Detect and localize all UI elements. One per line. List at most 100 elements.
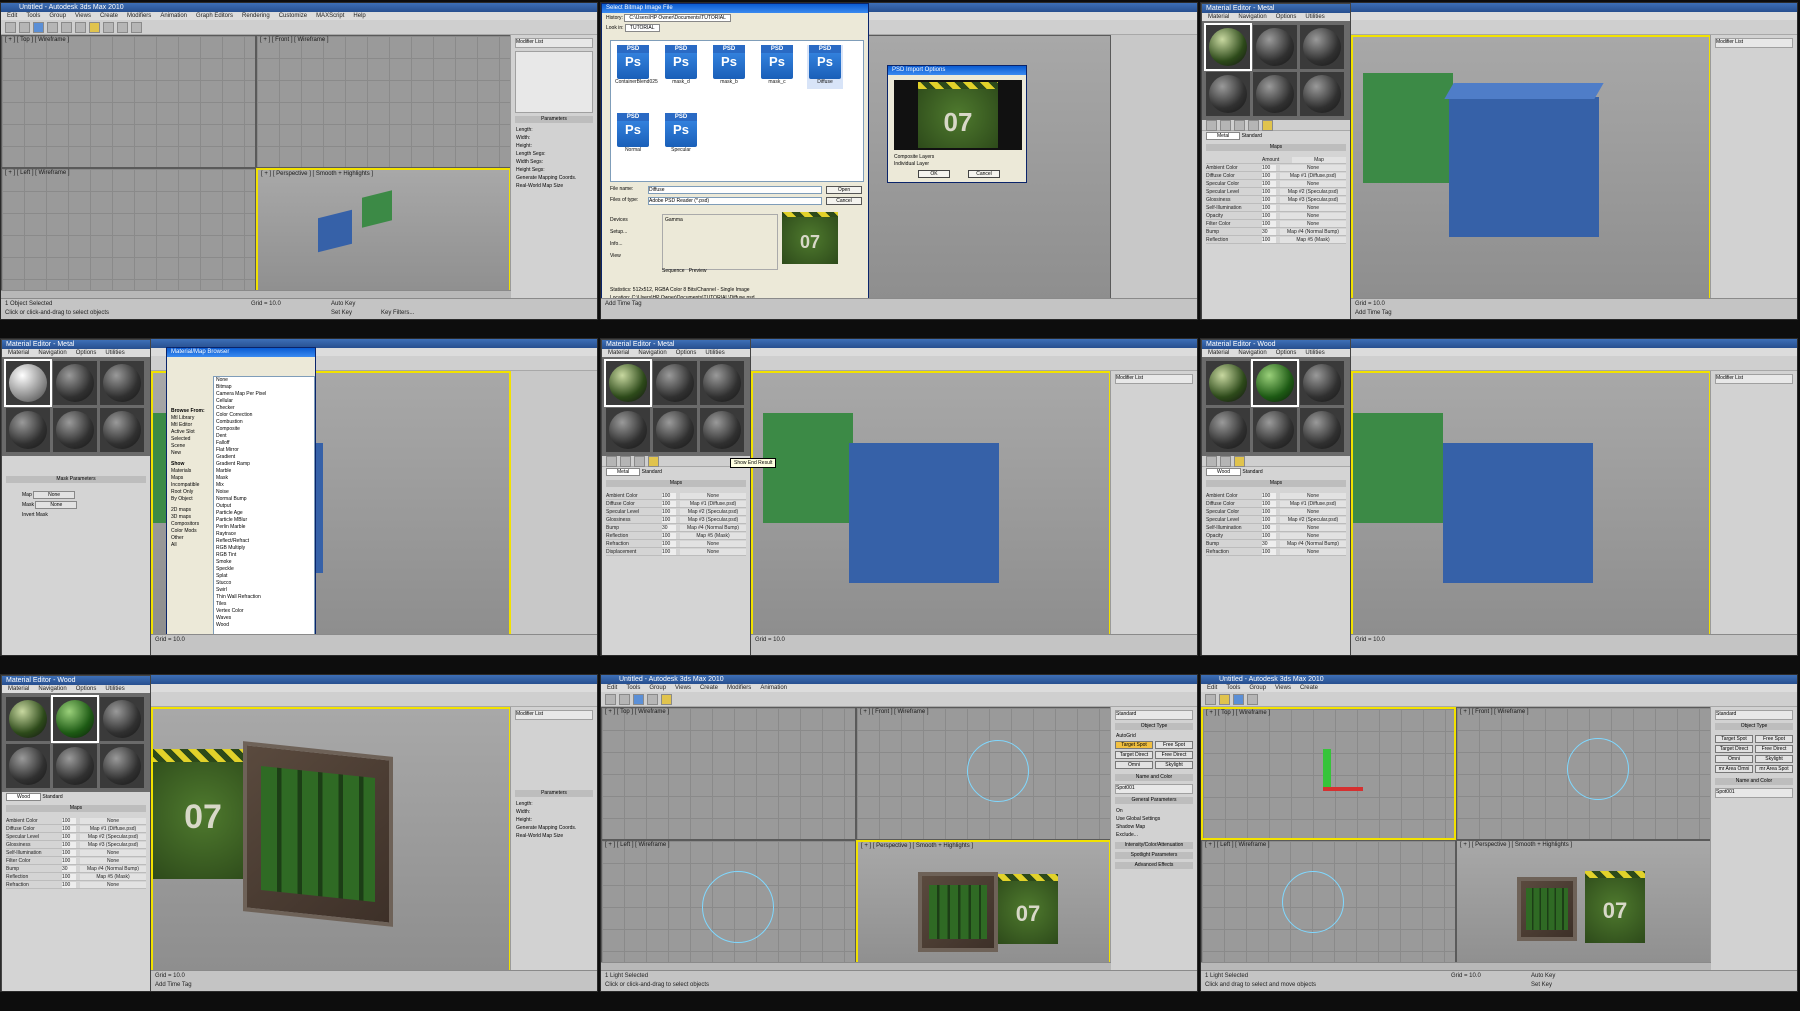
material-type-button[interactable]: Standard	[1242, 133, 1262, 139]
wood-crate[interactable]	[1517, 877, 1577, 941]
sample-slot[interactable]	[1300, 25, 1344, 69]
container-crate[interactable]	[1585, 871, 1645, 943]
map-item[interactable]: Particle MBlur	[216, 517, 314, 524]
map-item[interactable]: Smoke	[216, 559, 314, 566]
map-item[interactable]: Normal Bump	[216, 496, 314, 503]
sample-slot[interactable]	[604, 359, 652, 407]
free-spot-button[interactable]: Free Spot	[1155, 741, 1193, 749]
map-row[interactable]: Opacity 100 None	[1206, 212, 1346, 220]
wood-crate[interactable]	[918, 872, 998, 952]
green-box[interactable]	[1363, 73, 1453, 183]
show-checkbox[interactable]: By Object	[171, 496, 209, 503]
maps-rollout[interactable]: Maps	[1206, 144, 1346, 151]
sample-slot[interactable]	[100, 697, 144, 741]
snap-icon[interactable]	[89, 21, 100, 33]
viewport-perspective[interactable]: [ + ] [ Perspective ] [ Smooth + Highlig…	[256, 168, 511, 301]
light-name-field[interactable]: Spot001	[1115, 784, 1193, 794]
mirror-icon[interactable]	[103, 21, 114, 33]
container-crate[interactable]	[998, 874, 1058, 944]
map-item[interactable]: Bitmap	[216, 384, 314, 391]
map-item[interactable]: Dent	[216, 433, 314, 440]
viewport-front[interactable]: [ + ] [ Front ] [ Wireframe ]	[256, 35, 511, 168]
file-type-dropdown[interactable]: Adobe PSD Reader (*.psd)	[648, 197, 822, 205]
show-checkbox[interactable]: Incompatible	[171, 482, 209, 489]
show-end-result-icon[interactable]	[648, 455, 659, 467]
info-button[interactable]: Info...	[610, 238, 628, 250]
map-item[interactable]: Splat	[216, 573, 314, 580]
map-item[interactable]: Camera Map Per Pixel	[216, 391, 314, 398]
map-item[interactable]: Marble	[216, 468, 314, 475]
map-item[interactable]: Vertex Color	[216, 608, 314, 615]
map-row[interactable]: Glossiness 100 Map #3 (Specular.psd)	[1206, 196, 1346, 204]
gen-coords-checkbox[interactable]: Generate Mapping Coords.	[516, 174, 592, 182]
map-item[interactable]: Mix	[216, 482, 314, 489]
file-item[interactable]: PSD Ps mask_c	[759, 45, 795, 89]
sample-slots[interactable]	[1202, 21, 1350, 120]
map-item[interactable]: Mask	[216, 475, 314, 482]
view-button[interactable]: View	[610, 250, 628, 262]
map-item[interactable]: Gradient Ramp	[216, 461, 314, 468]
move-gizmo-x[interactable]	[1323, 787, 1363, 791]
file-list[interactable]: PSD Ps ContainerBlend025 PSD Ps mask_d PSD Ps…	[610, 40, 864, 182]
category-radio[interactable]: 3D maps	[171, 514, 209, 521]
map-item[interactable]: Falloff	[216, 440, 314, 447]
light-category-dropdown[interactable]: Standard	[1115, 710, 1193, 720]
sample-slot[interactable]	[1300, 408, 1344, 452]
params-rollout[interactable]: Parameters	[515, 116, 593, 123]
target-direct-button[interactable]: Target Direct	[1115, 751, 1153, 759]
invert-mask-checkbox[interactable]: Invert Mask	[22, 510, 130, 520]
sample-slot[interactable]	[653, 408, 697, 452]
map-row[interactable]: Reflection 100 Map #5 (Mask)	[1206, 236, 1346, 244]
psd-ok-button[interactable]: OK	[918, 170, 950, 178]
category-radio[interactable]: Compositors	[171, 521, 209, 528]
main-toolbar[interactable]	[1, 20, 597, 35]
map-item[interactable]: Flat Mirror	[216, 447, 314, 454]
show-checkbox[interactable]: Root Only	[171, 489, 209, 496]
browse-radio[interactable]: Mtl Library	[171, 415, 209, 422]
map-slot-button[interactable]: None	[33, 491, 76, 499]
category-radio[interactable]: All	[171, 542, 209, 549]
modifier-list[interactable]: Modifier List	[515, 38, 593, 48]
material-name-field[interactable]: Metal	[1206, 132, 1241, 140]
autokey-button[interactable]: Auto Key	[331, 301, 355, 307]
map-item[interactable]: Color Correction	[216, 412, 314, 419]
spotlight-cone[interactable]	[967, 740, 1029, 802]
map-row[interactable]: Ambient Color 100 None	[1206, 164, 1346, 172]
map-item[interactable]: Tiles	[216, 601, 314, 608]
sample-slot[interactable]	[100, 361, 144, 405]
sample-slot[interactable]	[1300, 361, 1344, 405]
file-item[interactable]: PSD Ps Specular	[663, 113, 699, 157]
sample-slot[interactable]	[700, 408, 744, 452]
cancel-button[interactable]: Cancel	[826, 197, 862, 205]
sample-slot[interactable]	[1206, 72, 1250, 116]
mask-params-rollout[interactable]: Mask Parameters	[6, 476, 146, 483]
file-item-selected[interactable]: PSD Ps Diffuse	[807, 45, 843, 89]
map-item[interactable]: Wood	[216, 622, 314, 629]
browse-radio[interactable]: Scene	[171, 443, 209, 450]
sample-slot[interactable]	[1204, 23, 1252, 71]
setup-button[interactable]: Setup...	[610, 226, 628, 238]
spotlight-cone[interactable]	[702, 871, 774, 943]
redo-icon[interactable]	[19, 21, 30, 33]
map-item[interactable]: Cellular	[216, 398, 314, 405]
map-row[interactable]: Diffuse Color 100 Map #1 (Diffuse.psd)	[1206, 172, 1346, 180]
sample-slot[interactable]	[100, 408, 144, 452]
sample-slot[interactable]	[53, 408, 97, 452]
map-row[interactable]: Specular Color 100 None	[1206, 180, 1346, 188]
category-radio[interactable]: Other	[171, 535, 209, 542]
sample-slot[interactable]	[700, 361, 744, 405]
render-icon[interactable]	[131, 21, 142, 33]
sample-slot[interactable]	[6, 697, 50, 741]
viewport-left[interactable]: [ + ] [ Left ] [ Wireframe ]	[1, 168, 256, 301]
map-row[interactable]: Self-Illumination 100 None	[1206, 204, 1346, 212]
free-direct-button[interactable]: Free Direct	[1155, 751, 1193, 759]
move-icon[interactable]	[47, 21, 58, 33]
file-item[interactable]: PSD Ps mask_d	[663, 45, 699, 89]
wood-crate[interactable]	[243, 741, 393, 927]
individual-radio[interactable]: Individual Layer	[894, 161, 934, 168]
material-name-field[interactable]: Wood	[1206, 468, 1241, 476]
shadow-type-dropdown[interactable]: Shadow Map	[1116, 823, 1192, 831]
map-item[interactable]: Stucco	[216, 580, 314, 587]
map-item[interactable]: RGB Multiply	[216, 545, 314, 552]
undo-icon[interactable]	[5, 21, 16, 33]
